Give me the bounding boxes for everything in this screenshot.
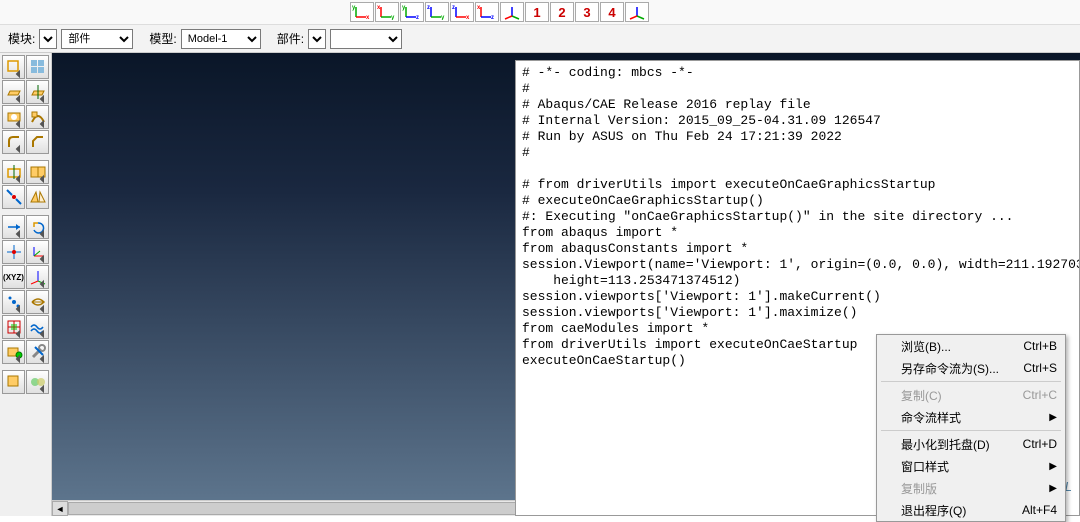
- wave-icon[interactable]: [26, 315, 49, 339]
- coord-yx-icon[interactable]: yx: [350, 2, 374, 22]
- triad-icon[interactable]: [26, 265, 49, 289]
- menu-item-label: 命令流样式: [901, 409, 961, 426]
- menu-item-label: 复制(C): [901, 387, 942, 404]
- menu-item[interactable]: 命令流样式 ▶: [877, 406, 1065, 428]
- module-label: 模块:: [8, 30, 35, 47]
- rotate-icon[interactable]: [26, 215, 49, 239]
- menu-item-label: 另存命令流为(S)...: [901, 360, 999, 377]
- menu-item: 复制版 ▶: [877, 477, 1065, 499]
- menu-separator: [881, 430, 1061, 431]
- svg-text:x: x: [366, 15, 370, 20]
- create-part-icon[interactable]: [2, 55, 25, 79]
- menu-item-label: 窗口样式: [901, 458, 949, 475]
- extrude-icon[interactable]: [2, 80, 25, 104]
- cut-extrude-icon[interactable]: [2, 105, 25, 129]
- assign-material-icon[interactable]: [2, 370, 25, 394]
- svg-text:z: z: [491, 15, 494, 20]
- coord-triad-icon[interactable]: [500, 2, 524, 22]
- top-toolbar: yx xy yz zy zx xz 1 2 3 4: [0, 0, 1080, 25]
- coord-xz-icon[interactable]: xz: [475, 2, 499, 22]
- geometry-repair-icon[interactable]: [2, 185, 25, 209]
- menu-shortcut: Ctrl+S: [1023, 361, 1057, 375]
- part-select-icon[interactable]: [308, 29, 326, 49]
- menu-item-label: 复制版: [901, 480, 937, 497]
- datum-point-icon[interactable]: [2, 240, 25, 264]
- context-bar: 模块: 部件 模型: Model-1 部件:: [0, 25, 1080, 53]
- view-3-button[interactable]: 3: [575, 2, 599, 22]
- svg-text:y: y: [441, 15, 445, 20]
- model-label: 模型:: [149, 30, 176, 47]
- xyz-icon[interactable]: (XYZ): [2, 265, 25, 289]
- datum-plane-icon[interactable]: [2, 160, 25, 184]
- mesh-ref-icon[interactable]: [2, 315, 25, 339]
- sweep-icon[interactable]: [26, 105, 49, 129]
- tools-icon[interactable]: [26, 340, 49, 364]
- model-select[interactable]: Model-1: [181, 29, 261, 49]
- svg-text:z: z: [416, 15, 419, 20]
- view-1-button[interactable]: 1: [525, 2, 549, 22]
- submenu-arrow-icon: ▶: [1049, 483, 1057, 494]
- menu-shortcut: Ctrl+C: [1023, 388, 1057, 402]
- create-set-icon[interactable]: [2, 340, 25, 364]
- revolve-icon[interactable]: [26, 80, 49, 104]
- svg-text:z: z: [452, 5, 455, 11]
- left-toolbox: (XYZ): [0, 53, 52, 516]
- menu-separator: [881, 381, 1061, 382]
- submenu-arrow-icon: ▶: [1049, 412, 1057, 423]
- round-icon[interactable]: [2, 130, 25, 154]
- coord-button-row: yx xy yz zy zx xz 1 2 3 4: [350, 2, 649, 22]
- menu-item[interactable]: 退出程序(Q)Alt+F4: [877, 499, 1065, 521]
- scroll-left-arrow-icon[interactable]: ◄: [52, 501, 68, 516]
- partition-face-icon[interactable]: [26, 290, 49, 314]
- merge-icon[interactable]: [26, 370, 49, 394]
- part-select[interactable]: [330, 29, 402, 49]
- menu-item[interactable]: 最小化到托盘(D) Ctrl+D: [877, 433, 1065, 455]
- submenu-arrow-icon: ▶: [1049, 461, 1057, 472]
- svg-text:x: x: [466, 15, 470, 20]
- coord-triad2-icon[interactable]: [625, 2, 649, 22]
- menu-shortcut: Ctrl+D: [1023, 437, 1057, 451]
- menu-item: 复制(C) Ctrl+C: [877, 384, 1065, 406]
- coord-zy-icon[interactable]: zy: [425, 2, 449, 22]
- mirror-icon[interactable]: [26, 185, 49, 209]
- part-manager-icon[interactable]: [26, 55, 49, 79]
- menu-item[interactable]: 另存命令流为(S)... Ctrl+S: [877, 357, 1065, 379]
- svg-text:z: z: [427, 5, 430, 11]
- menu-shortcut: Alt+F4: [1022, 503, 1057, 517]
- chamfer-icon[interactable]: [26, 130, 49, 154]
- view-4-button[interactable]: 4: [600, 2, 624, 22]
- point-icon[interactable]: [2, 290, 25, 314]
- coord-yz-icon[interactable]: yz: [400, 2, 424, 22]
- datum-csys-icon[interactable]: [26, 240, 49, 264]
- view-2-button[interactable]: 2: [550, 2, 574, 22]
- coord-zx-icon[interactable]: zx: [450, 2, 474, 22]
- module-select-icon[interactable]: [39, 29, 57, 49]
- menu-shortcut: Ctrl+B: [1023, 339, 1057, 353]
- svg-text:y: y: [391, 15, 395, 20]
- context-menu: 浏览(B)... Ctrl+B 另存命令流为(S)... Ctrl+S 复制(C) Ctr…: [876, 334, 1066, 522]
- menu-item-label: 浏览(B)...: [901, 338, 951, 355]
- menu-item[interactable]: 浏览(B)... Ctrl+B: [877, 335, 1065, 357]
- module-select[interactable]: 部件: [61, 29, 133, 49]
- menu-item[interactable]: 窗口样式 ▶: [877, 455, 1065, 477]
- partition-cell-icon[interactable]: [26, 160, 49, 184]
- part-label: 部件:: [277, 30, 304, 47]
- menu-item-label: 最小化到托盘(D): [901, 436, 990, 453]
- translate-icon[interactable]: [2, 215, 25, 239]
- coord-xy-icon[interactable]: xy: [375, 2, 399, 22]
